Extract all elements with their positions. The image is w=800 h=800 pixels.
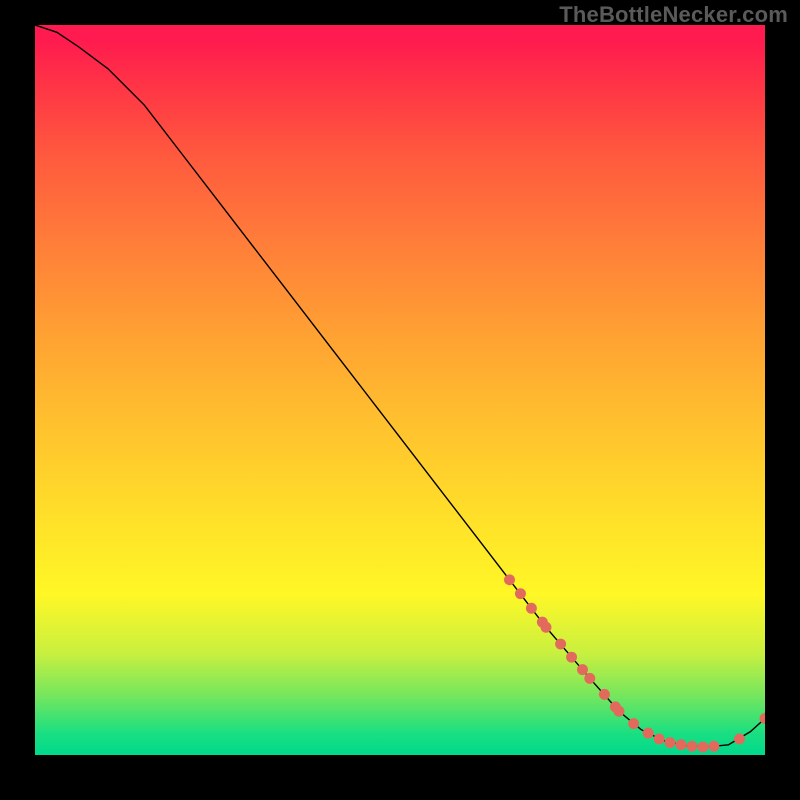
curve-marker: [541, 622, 552, 633]
curve-marker: [584, 673, 595, 684]
curve-marker: [599, 689, 610, 700]
curve-marker: [643, 728, 654, 739]
curve-marker: [614, 706, 625, 717]
watermark-text: TheBottleNecker.com: [559, 2, 788, 28]
curve-marker: [504, 574, 515, 585]
curve-marker: [515, 588, 526, 599]
curve-marker: [654, 733, 665, 744]
curve-marker: [628, 718, 639, 729]
curve-marker: [734, 733, 745, 744]
curve-marker: [687, 741, 698, 752]
curve-line: [35, 25, 765, 747]
bottleneck-curve: [35, 25, 765, 755]
curve-marker: [577, 664, 588, 675]
curve-marker: [526, 603, 537, 614]
curve-marker: [555, 639, 566, 650]
curve-marker: [676, 739, 687, 750]
curve-marker: [665, 737, 676, 748]
curve-marker: [708, 741, 719, 752]
curve-marker: [697, 741, 708, 752]
curve-marker: [566, 652, 577, 663]
